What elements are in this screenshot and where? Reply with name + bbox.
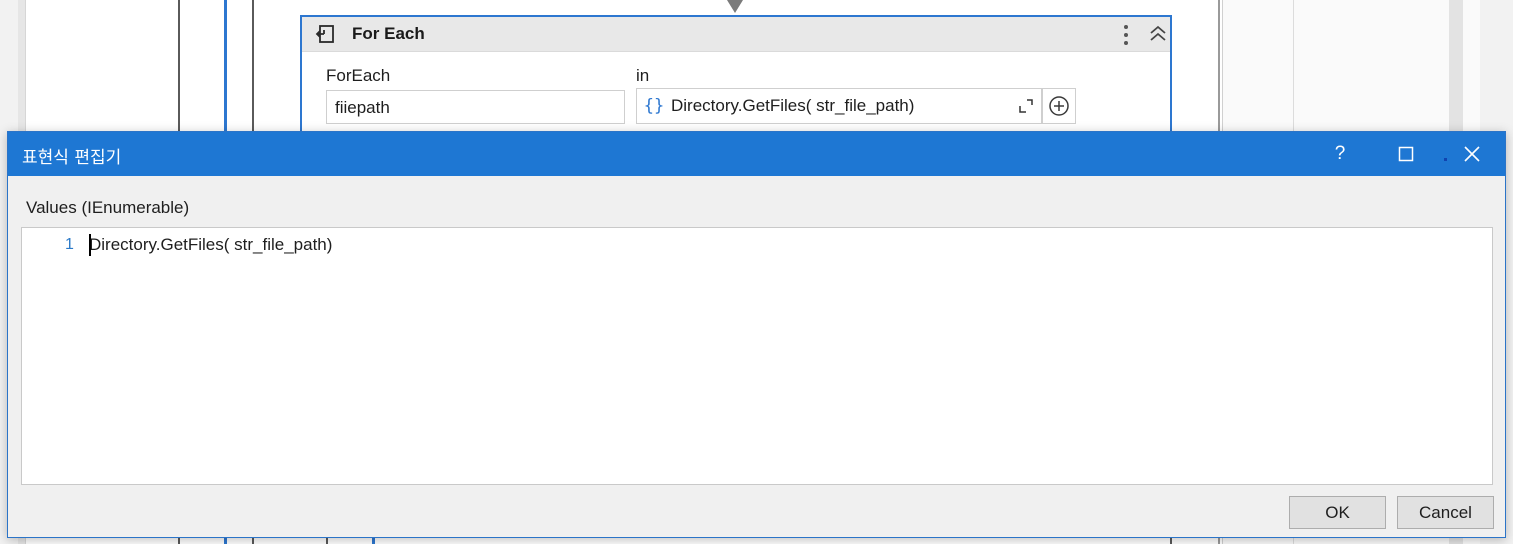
double-chevron-up-icon[interactable] (1148, 23, 1168, 45)
code-line[interactable]: Directory.GetFiles( str_file_path) (89, 235, 332, 255)
flow-arrow-icon (727, 0, 743, 13)
text-caret (89, 234, 91, 256)
help-button[interactable]: ? (1318, 132, 1362, 176)
add-circle-icon[interactable] (1042, 88, 1076, 124)
in-label: in (636, 66, 650, 85)
in-expression-value: Directory.GetFiles( str_file_path) (671, 96, 915, 115)
expression-editor[interactable]: 1 Directory.GetFiles( str_file_path) (21, 227, 1493, 485)
activity-title: For Each (352, 24, 425, 43)
maximize-icon[interactable] (1384, 132, 1428, 176)
value-type-label: Values (IEnumerable) (26, 198, 190, 217)
line-number: 1 (65, 236, 74, 253)
expression-editor-dialog: 표현식 편집기 ? Values (IEnumerable) 1 Directo… (7, 131, 1506, 538)
titlebar-dot (1444, 158, 1447, 161)
cancel-button[interactable]: Cancel (1397, 496, 1494, 529)
close-icon[interactable] (1450, 132, 1494, 176)
foreach-label: ForEach (326, 66, 391, 85)
expand-corner-icon[interactable] (1011, 96, 1041, 116)
more-vertical-icon[interactable] (1116, 23, 1136, 47)
in-expression-field[interactable]: {} Directory.GetFiles( str_file_path) (636, 88, 1042, 124)
expression-braces-icon: {} (643, 96, 665, 116)
dialog-title: 표현식 편집기 (22, 148, 122, 168)
dialog-titlebar[interactable]: 표현식 편집기 ? (8, 132, 1505, 176)
foreach-variable-input[interactable]: fiiepath (326, 90, 625, 124)
ok-button[interactable]: OK (1289, 496, 1386, 529)
dialog-body: Values (IEnumerable) 1 Directory.GetFile… (8, 176, 1505, 537)
for-each-activity-icon (315, 25, 334, 43)
activity-header[interactable]: For Each (302, 17, 1170, 52)
